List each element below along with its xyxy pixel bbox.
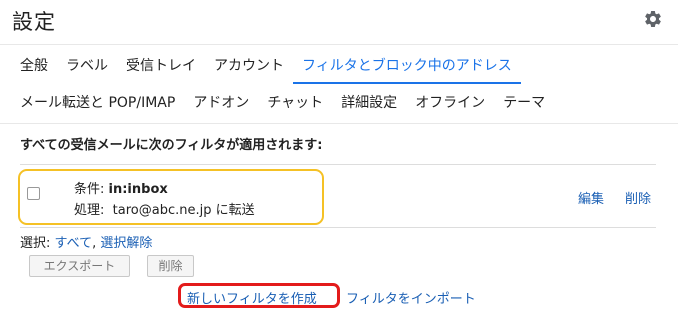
select-all-link[interactable]: すべて	[55, 236, 93, 251]
filter-action-label: 処理:	[74, 203, 105, 218]
tab-chat[interactable]: チャット	[258, 82, 332, 124]
tab-filters-blocked[interactable]: フィルタとブロック中のアドレス	[293, 45, 521, 87]
filters-heading: すべての受信メールに次のフィルタが適用されます:	[20, 138, 323, 153]
filter-criteria: 条件: in:inbox	[74, 178, 168, 197]
filter-action-value: taro@abc.ne.jp に転送	[112, 203, 255, 218]
tab-addons[interactable]: アドオン	[184, 82, 258, 124]
filter-criteria-label: 条件:	[74, 182, 109, 197]
tab-row-primary: 全般 ラベル 受信トレイ アカウント フィルタとブロック中のアドレス	[0, 45, 521, 87]
tab-row-secondary: メール転送と POP/IMAP アドオン チャット 詳細設定 オフライン テーマ	[0, 82, 554, 124]
delete-button[interactable]: 削除	[147, 255, 194, 277]
tab-offline[interactable]: オフライン	[406, 82, 494, 124]
filter-criteria-value: in:inbox	[108, 182, 168, 197]
filter-delete-link[interactable]: 削除	[625, 188, 651, 207]
selection-controls: 選択: すべて, 選択解除	[20, 232, 152, 251]
export-button[interactable]: エクスポート	[29, 255, 130, 277]
filter-action: 処理: taro@abc.ne.jp に転送	[74, 199, 255, 218]
tab-accounts[interactable]: アカウント	[205, 45, 293, 87]
filter-list-top-border	[20, 164, 656, 165]
tab-advanced[interactable]: 詳細設定	[332, 82, 406, 124]
tab-labels[interactable]: ラベル	[57, 45, 117, 87]
tab-themes[interactable]: テーマ	[494, 82, 554, 124]
create-filter-link[interactable]: 新しいフィルタを作成	[187, 288, 317, 307]
tabs-divider	[0, 123, 678, 124]
tab-inbox[interactable]: 受信トレイ	[117, 45, 205, 87]
filter-edit-link[interactable]: 編集	[578, 188, 604, 207]
gear-icon[interactable]	[643, 9, 663, 29]
select-label: 選択:	[20, 236, 55, 251]
tab-general[interactable]: 全般	[0, 45, 57, 87]
import-filters-link[interactable]: フィルタをインポート	[346, 288, 476, 307]
filter-list-bottom-border	[20, 227, 656, 228]
page-title: 設定	[12, 10, 56, 34]
filter-checkbox[interactable]	[27, 187, 40, 200]
tab-forwarding-pop-imap[interactable]: メール転送と POP/IMAP	[0, 82, 184, 124]
select-none-link[interactable]: 選択解除	[100, 236, 152, 251]
